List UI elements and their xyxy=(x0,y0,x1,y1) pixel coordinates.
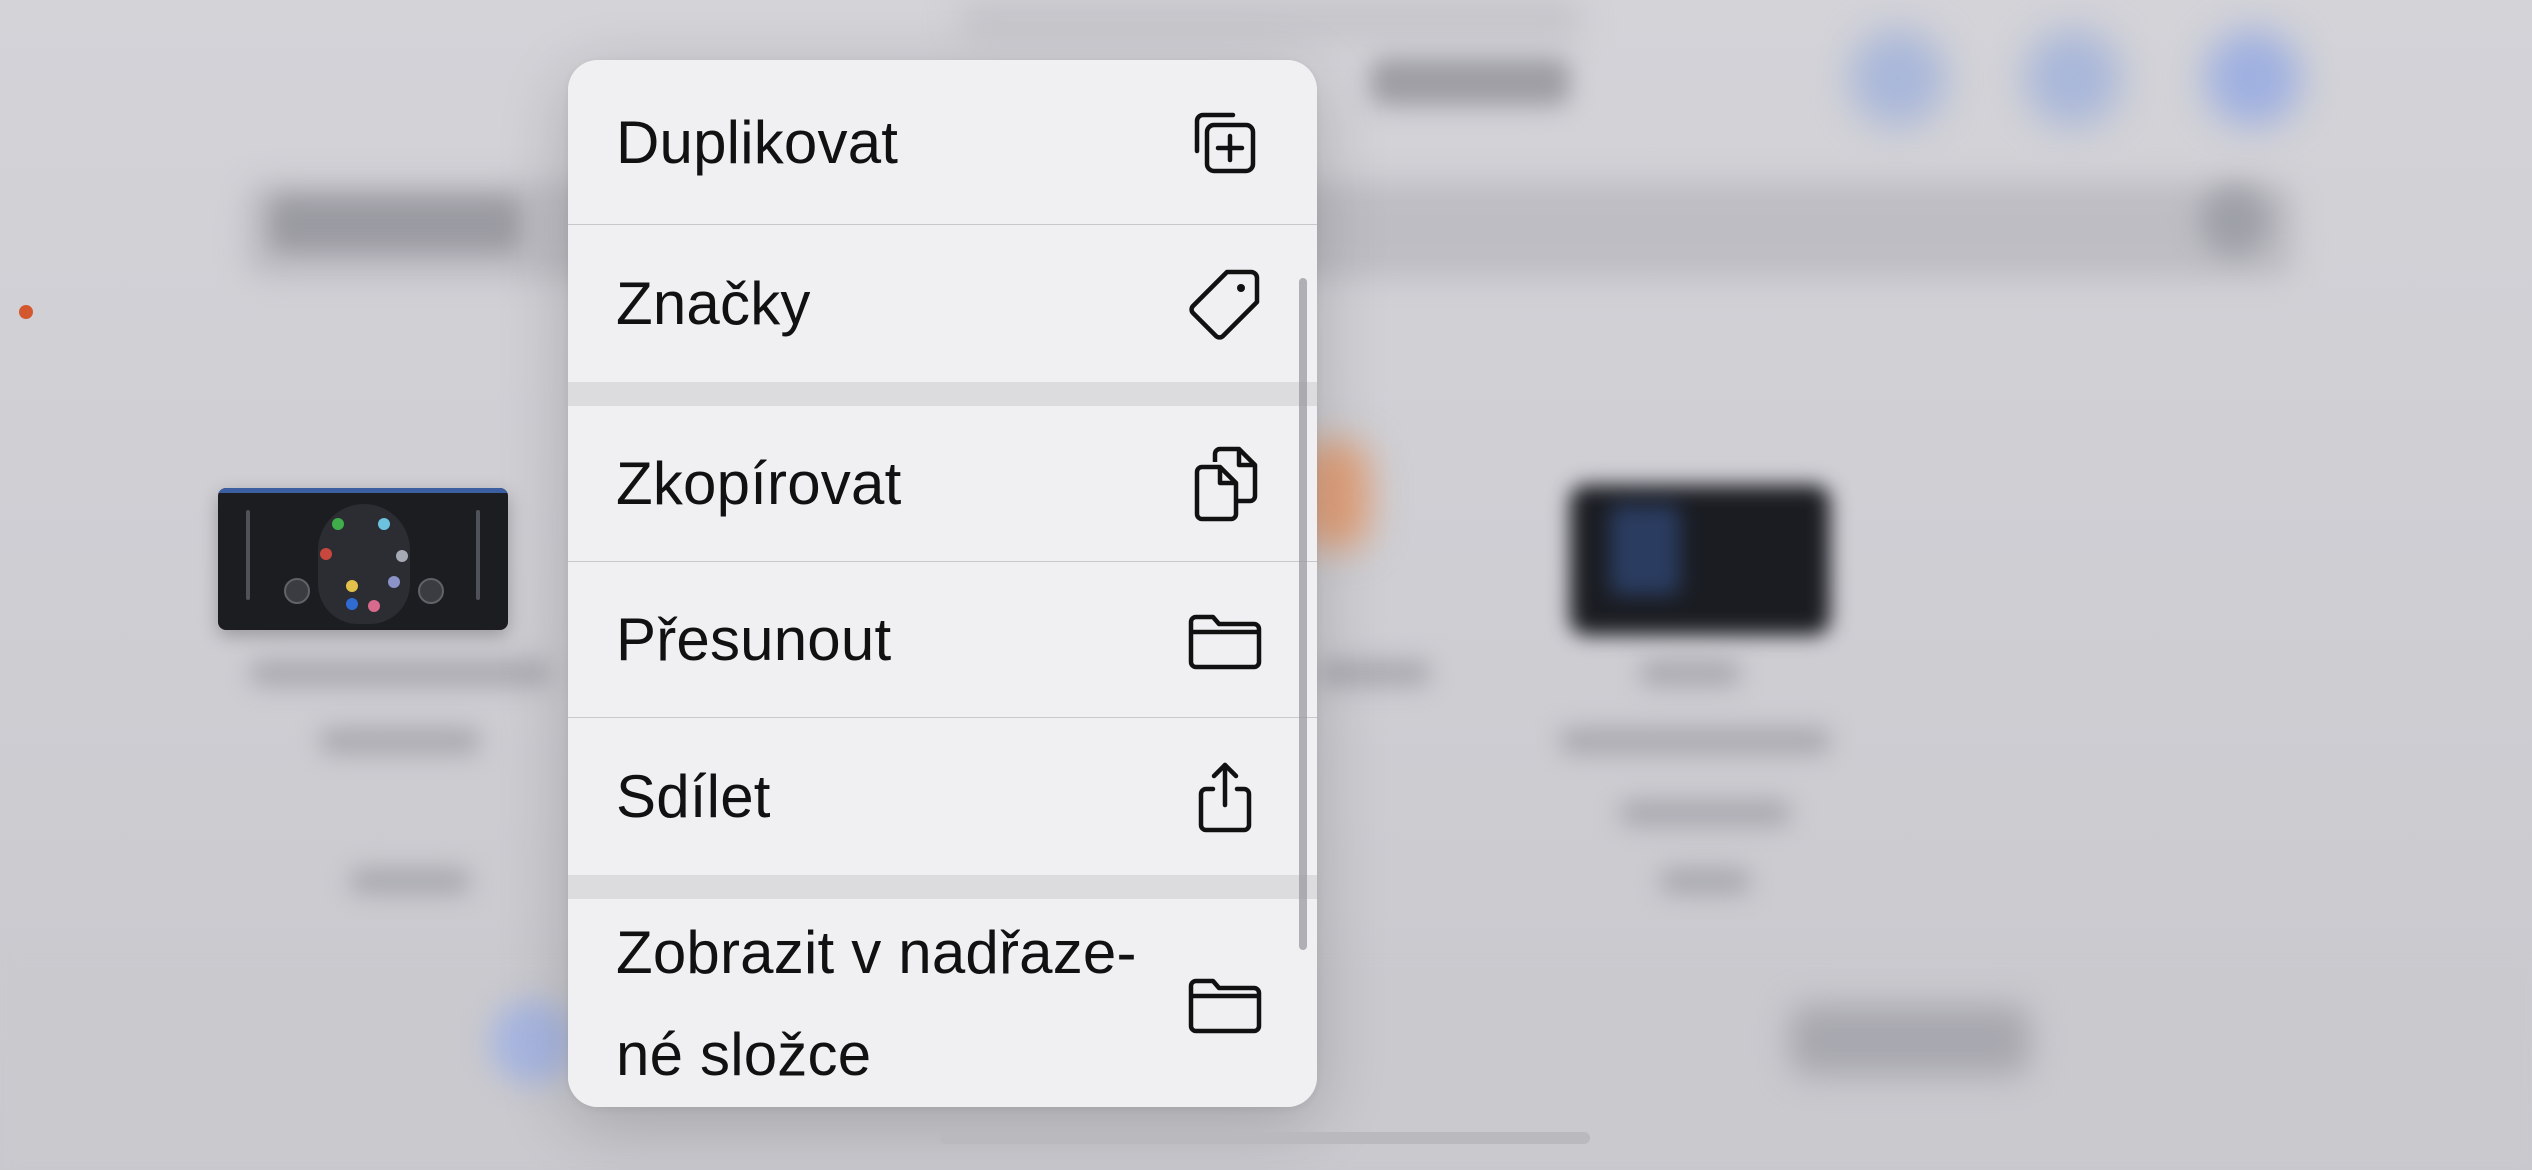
menu-item-label: Zobrazit v nadřaze- né složce xyxy=(616,919,1137,1088)
thumbnail-instrument-dot xyxy=(346,580,358,592)
menu-item-copy[interactable]: Zkopírovat xyxy=(568,406,1317,562)
thumbnail-instrument-dot xyxy=(346,598,358,610)
background-search-text xyxy=(270,196,520,252)
menu-item-label: Zkopírovat xyxy=(616,450,902,517)
background-file-size xyxy=(1660,868,1750,894)
background-tab-label xyxy=(1790,1005,2030,1075)
share-icon xyxy=(1187,759,1263,835)
background-mic-icon xyxy=(2200,186,2270,256)
background-file-name xyxy=(250,660,550,686)
background-toolbar-button xyxy=(2205,30,2301,126)
selected-file-thumbnail[interactable] xyxy=(218,488,508,630)
home-indicator[interactable] xyxy=(940,1132,1590,1144)
menu-item-move[interactable]: Přesunout xyxy=(568,562,1317,718)
duplicate-icon xyxy=(1187,105,1263,181)
thumbnail-top-strip xyxy=(218,488,508,493)
menu-item-tags[interactable]: Značky xyxy=(568,225,1317,382)
tag-icon xyxy=(1187,266,1263,342)
thumbnail-right-knob xyxy=(418,578,444,604)
thumbnail-instrument-dot xyxy=(396,550,408,562)
thumbnail-right-slider xyxy=(476,510,480,600)
menu-item-show-in-enclosing-folder[interactable]: Zobrazit v nadřaze- né složce xyxy=(568,899,1317,1107)
menu-item-label: Duplikovat xyxy=(616,108,899,176)
menu-item-label: Přesunout xyxy=(616,606,892,673)
thumbnail-instrument-dot xyxy=(388,576,400,588)
menu-item-duplicate[interactable]: Duplikovat xyxy=(568,60,1317,225)
menu-scrollbar[interactable] xyxy=(1299,278,1307,950)
copy-icon xyxy=(1187,446,1263,522)
thumbnail-instrument-dot xyxy=(332,518,344,530)
background-toolbar-button xyxy=(2025,30,2121,126)
menu-group-separator xyxy=(568,382,1317,406)
recording-indicator-dot xyxy=(19,305,33,319)
background-file-date xyxy=(320,728,480,754)
background-file-name xyxy=(1640,660,1740,686)
background-file-date xyxy=(1620,800,1790,826)
background-file-name xyxy=(1320,660,1430,686)
menu-item-label: Značky xyxy=(616,269,811,337)
background-file-date xyxy=(1560,728,1830,754)
background-top-bar xyxy=(960,0,1580,40)
background-toolbar-button xyxy=(1850,30,1946,126)
menu-group-separator xyxy=(568,875,1317,899)
thumbnail-instrument-dot xyxy=(368,600,380,612)
thumbnail-left-knob xyxy=(284,578,310,604)
context-menu: Duplikovat Značky Zkopírovat Přesunout S… xyxy=(568,60,1317,1107)
menu-item-share[interactable]: Sdílet xyxy=(568,718,1317,875)
thumbnail-instrument-dot xyxy=(320,548,332,560)
menu-item-label: Sdílet xyxy=(616,762,771,830)
thumbnail-left-slider xyxy=(246,510,250,600)
background-tab-icon xyxy=(490,1000,574,1084)
thumbnail-instrument-dot xyxy=(378,518,390,530)
background-file-size xyxy=(350,868,470,894)
folder-icon xyxy=(1187,966,1263,1042)
folder-icon xyxy=(1187,602,1263,678)
background-title xyxy=(1370,58,1570,106)
background-file-thumbnail xyxy=(1570,485,1830,635)
